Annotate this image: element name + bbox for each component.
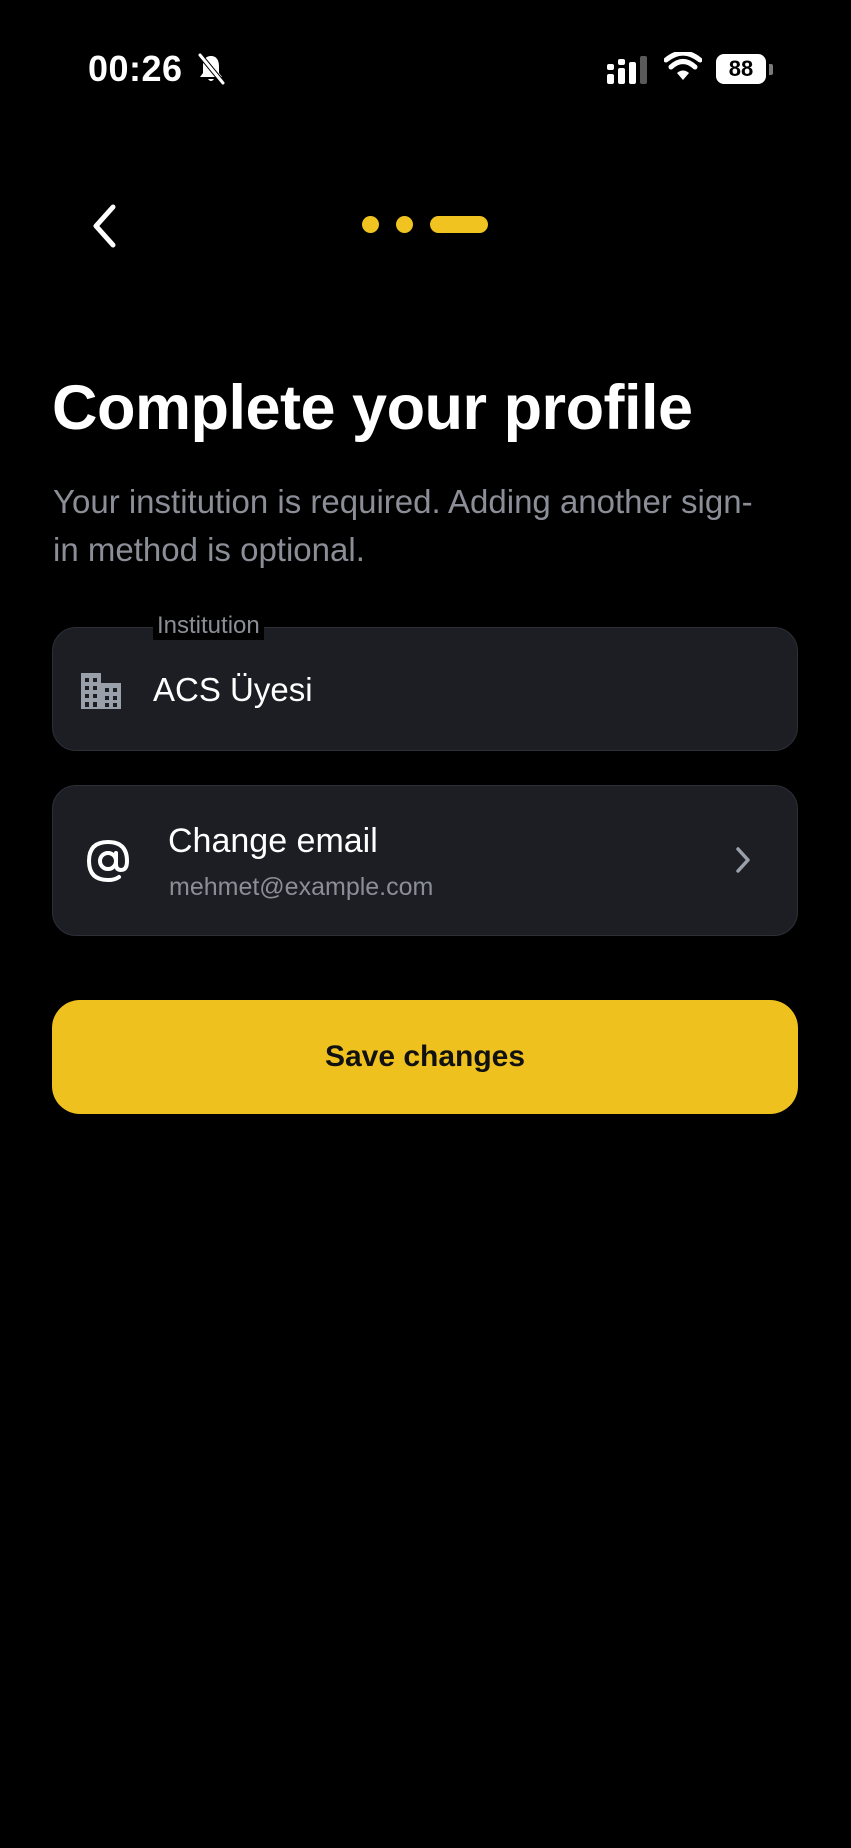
bell-mute-icon (198, 53, 225, 85)
at-icon (86, 839, 130, 883)
current-email: mehmet@example.com (169, 873, 434, 901)
battery-tip (769, 64, 773, 75)
building-icon (81, 673, 121, 709)
change-email-row[interactable]: Change email mehmet@example.com (52, 785, 798, 936)
institution-input[interactable]: ACS Üyesi (153, 671, 753, 709)
step-dot-3-active (430, 215, 488, 233)
wifi-icon (664, 52, 702, 80)
step-dot-2 (396, 215, 413, 233)
institution-field[interactable]: Institution ACS Üyesi (52, 612, 798, 751)
institution-label: Institution (153, 612, 264, 640)
status-bar: 00:26 88 (0, 0, 851, 140)
battery-icon: 88 (716, 54, 773, 84)
back-button[interactable] (74, 196, 134, 256)
page-subtitle: Your institution is required. Adding ano… (53, 483, 753, 568)
chevron-left-icon (93, 204, 116, 248)
change-email-title: Change email (168, 822, 378, 860)
save-changes-button[interactable]: Save changes (52, 1000, 798, 1114)
chevron-right-icon (736, 847, 750, 873)
status-time: 00:26 (88, 48, 183, 89)
battery-level: 88 (716, 54, 766, 84)
cellular-signal-icon (607, 56, 647, 84)
step-dot-1 (362, 215, 379, 233)
step-progress-indicator (362, 215, 488, 233)
page-title: Complete your profile (52, 373, 693, 443)
